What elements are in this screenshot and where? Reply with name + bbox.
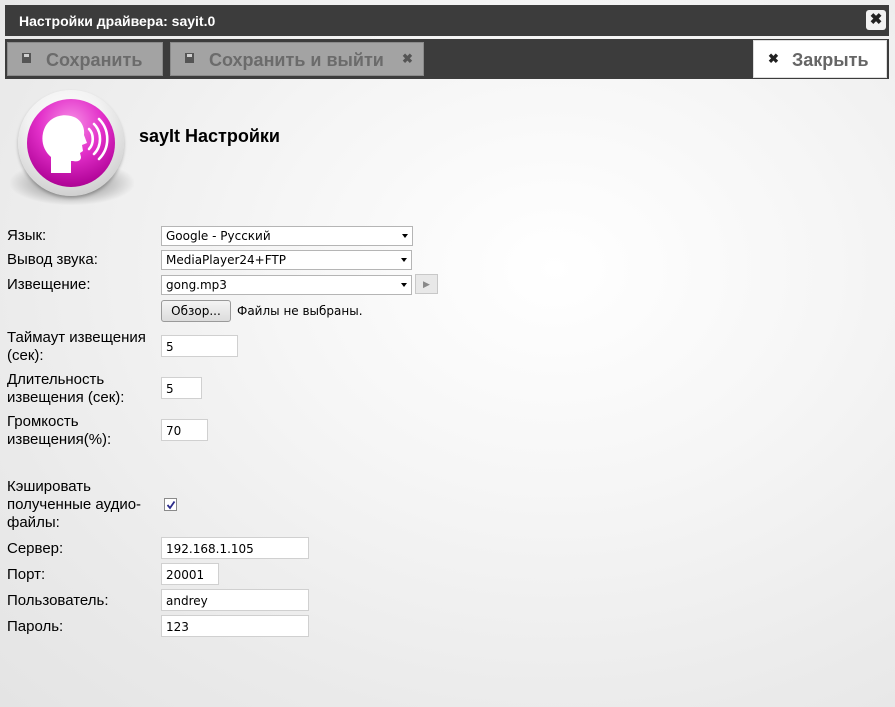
password-value: 123	[166, 620, 189, 634]
user-label: Пользователь:	[7, 592, 109, 609]
announce-volume-value: 70	[166, 424, 182, 438]
server-value: 192.168.1.105	[166, 542, 254, 556]
announce-timeout-value: 5	[166, 340, 174, 354]
announce-timeout-label-line2: (сек):	[7, 347, 44, 364]
password-input[interactable]: 123	[161, 615, 309, 637]
announce-duration-label-line2: извещения (сек):	[7, 389, 125, 406]
toolbar: Сохранить Сохранить и выйти ✖ ✖ Закрыть	[5, 39, 889, 79]
dialog-close-icon[interactable]: ✖	[866, 10, 886, 30]
cache-checkbox[interactable]	[164, 498, 177, 511]
dialog-titlebar[interactable]: Настройки драйвера: sayit.0 ✖	[5, 5, 889, 36]
close-icon: ✖	[768, 51, 779, 66]
save-button-label: Сохранить	[46, 50, 143, 70]
port-value: 20001	[166, 568, 205, 582]
language-select[interactable]: Google - Русский	[161, 226, 413, 246]
announce-duration-input[interactable]: 5	[161, 377, 202, 399]
close-button-label: Закрыть	[792, 50, 869, 70]
announce-timeout-label: Таймаут извещения (сек):	[7, 329, 146, 365]
cache-label-line3: файлы:	[7, 514, 60, 531]
announce-label: Извещение:	[7, 276, 91, 293]
announce-duration-label-line1: Длительность	[7, 371, 105, 388]
port-label: Порт:	[7, 566, 46, 583]
save-button[interactable]: Сохранить	[7, 42, 163, 76]
server-input[interactable]: 192.168.1.105	[161, 537, 309, 559]
save-and-exit-button[interactable]: Сохранить и выйти ✖	[170, 42, 424, 76]
cache-label-line1: Кэшировать	[7, 478, 91, 495]
close-button[interactable]: ✖ Закрыть	[753, 40, 887, 78]
announce-volume-input[interactable]: 70	[161, 419, 208, 441]
announce-duration-label: Длительность извещения (сек):	[7, 371, 124, 407]
user-input[interactable]: andrey	[161, 589, 309, 611]
port-input[interactable]: 20001	[161, 563, 219, 585]
floppy-icon	[22, 53, 31, 66]
chevron-down-icon	[402, 234, 408, 238]
announce-timeout-input[interactable]: 5	[161, 335, 238, 357]
play-icon: ▶	[423, 279, 430, 289]
floppy-icon	[185, 53, 194, 66]
chevron-down-icon	[401, 283, 407, 287]
cache-label-line2: полученные аудио-	[7, 496, 142, 513]
cache-label: Кэшировать полученные аудио- файлы:	[7, 478, 141, 532]
language-select-value: Google - Русский	[166, 229, 271, 243]
driver-settings-dialog: Настройки драйвера: sayit.0 ✖ Сохранить …	[0, 0, 895, 707]
browse-button[interactable]: Обзор...	[161, 300, 231, 322]
play-button[interactable]: ▶	[415, 274, 438, 294]
save-and-exit-label: Сохранить и выйти	[209, 50, 384, 70]
user-value: andrey	[166, 594, 208, 608]
announce-select-value: gong.mp3	[166, 278, 227, 292]
chevron-down-icon	[401, 258, 407, 262]
page-title: sayIt Настройки	[139, 126, 280, 146]
announce-select[interactable]: gong.mp3	[161, 275, 412, 295]
sound-output-select[interactable]: MediaPlayer24+FTP	[161, 250, 412, 270]
announce-duration-value: 5	[166, 382, 174, 396]
server-label: Сервер:	[7, 540, 64, 557]
sound-output-value: MediaPlayer24+FTP	[166, 253, 286, 267]
sound-output-label: Вывод звука:	[7, 251, 98, 268]
close-icon: ✖	[402, 51, 413, 66]
password-label: Пароль:	[7, 618, 64, 635]
language-label: Язык:	[7, 227, 47, 244]
dialog-title: Настройки драйвера: sayit.0	[19, 13, 216, 29]
announce-volume-label-line2: извещения(%):	[7, 431, 112, 448]
announce-volume-label: Громкость извещения(%):	[7, 413, 111, 449]
speaking-head-icon	[27, 99, 115, 187]
no-file-text: Файлы не выбраны.	[237, 304, 363, 318]
sayit-logo	[18, 90, 124, 196]
announce-volume-label-line1: Громкость	[7, 413, 79, 430]
checkmark-icon	[166, 500, 176, 510]
announce-timeout-label-line1: Таймаут извещения	[7, 329, 146, 346]
